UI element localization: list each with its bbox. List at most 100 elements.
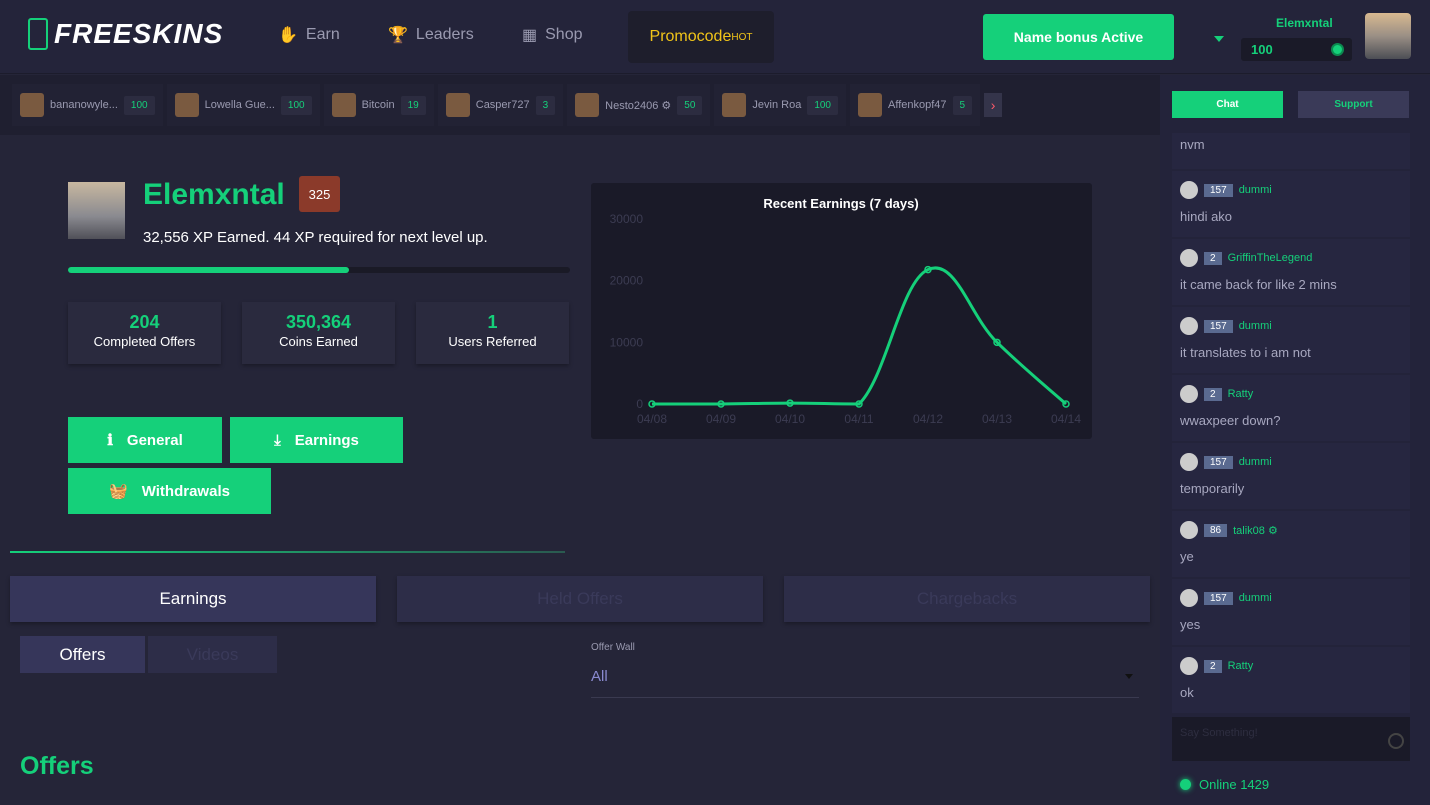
ticker-avatar (858, 93, 882, 117)
withdrawals-button[interactable]: 🧺 Withdrawals (68, 468, 271, 514)
x-tick-label: 04/12 (913, 412, 943, 426)
header-username: Elemxntal (1276, 16, 1333, 30)
ticker-avatar (575, 93, 600, 117)
ticker-avatar (445, 93, 470, 117)
general-button[interactable]: ℹ General (68, 417, 222, 463)
balance-display: 100 (1241, 38, 1352, 61)
chat-username[interactable]: Ratty (1228, 388, 1254, 400)
hand-coin-icon: ⤓ (274, 431, 281, 449)
offer-wall-select[interactable]: All (591, 662, 1139, 698)
chat-message: 86 talik08 ⚙ ye (1172, 511, 1410, 577)
chat-user-avatar[interactable] (1180, 317, 1198, 335)
store-icon: ▦ (522, 27, 538, 44)
info-icon: ℹ (107, 432, 113, 449)
chat-user-avatar[interactable] (1180, 249, 1198, 267)
series-line (652, 266, 1067, 406)
ticker-item[interactable]: Bitcoin 19 (323, 84, 434, 126)
ticker-avatar (20, 93, 44, 117)
ticker-next-icon[interactable]: › (984, 93, 1003, 117)
chat-user-avatar[interactable] (1180, 181, 1198, 199)
chat-username[interactable]: dummi (1239, 592, 1272, 604)
promocode-button[interactable]: Promocode HOT (628, 11, 774, 63)
chat-username[interactable]: dummi (1239, 184, 1272, 196)
chat-username[interactable]: talik08 ⚙ (1233, 524, 1278, 537)
stat-coins-earned: 350,364 Coins Earned (242, 302, 395, 364)
nav-shop[interactable]: ▦ Shop (522, 25, 583, 45)
ticker-avatar (174, 93, 199, 117)
x-tick-label: 04/11 (844, 412, 873, 426)
ticker-avatar (331, 93, 356, 117)
chat-username[interactable]: dummi (1239, 456, 1272, 468)
ticker-item[interactable]: Affenkopf47 5 (850, 84, 981, 126)
select-caret-icon (1125, 674, 1133, 679)
level-badge: 325 (299, 176, 340, 212)
xp-text: 32,556 XP Earned. 44 XP required for nex… (143, 229, 488, 246)
trophy-icon: 🏆 (388, 27, 408, 44)
user-level-badge: 157 (1204, 591, 1233, 605)
user-level-badge: 157 (1204, 319, 1233, 333)
y-tick-label: 10000 (610, 335, 644, 349)
x-tick-label: 04/14 (1051, 412, 1081, 426)
recent-earnings-chart: Recent Earnings (7 days) 0 10000 20000 3000… (591, 183, 1092, 439)
logo[interactable]: FREESKINS (28, 18, 223, 50)
chat-message: 157 dummi temporarily (1172, 443, 1410, 509)
chat-messages[interactable]: nvm 157 dummi hindi ako 2 GriffinTheLegend it… (1172, 133, 1410, 715)
dropdown-caret-icon[interactable] (1214, 36, 1224, 42)
xp-progress-fill (68, 267, 350, 273)
subtab-videos[interactable]: Videos (148, 636, 277, 673)
ticker-item[interactable]: Jevin Roa 100 (714, 84, 846, 126)
chat-username[interactable]: GriffinTheLegend (1228, 252, 1313, 264)
nav-leaders[interactable]: 🏆 Leaders (388, 25, 474, 45)
user-level-badge: 2 (1204, 251, 1222, 265)
recent-earnings-ticker: bananowyle... 100 Lowella Gue... 100 Bitcoin… (0, 75, 1160, 135)
chart-title: Recent Earnings (7 days) (763, 196, 918, 211)
chat-user-avatar[interactable] (1180, 385, 1198, 403)
subtab-offers[interactable]: Offers (20, 636, 145, 673)
x-tick-label: 04/08 (637, 412, 667, 426)
chat-sidebar: Chat Support nvm 157 dummi hindi ako 2 Griff… (1160, 75, 1430, 805)
earnings-button[interactable]: ⤓ Earnings (230, 417, 403, 463)
chat-user-avatar[interactable] (1180, 453, 1198, 471)
basket-icon: 🧺 (109, 483, 128, 500)
user-level-badge: 2 (1204, 659, 1222, 673)
y-tick-label: 0 (636, 397, 643, 411)
y-tick-label: 20000 (610, 274, 644, 288)
chat-username[interactable]: Ratty (1228, 660, 1254, 672)
chat-message: 157 dummi yes (1172, 579, 1410, 645)
profile-avatar (68, 182, 125, 239)
chat-username[interactable]: dummi (1239, 320, 1272, 332)
chat-input[interactable]: Say Something! (1172, 717, 1410, 761)
support-tab[interactable]: Support (1298, 91, 1409, 118)
phone-logo-icon (28, 18, 48, 50)
xp-progress-bar (68, 267, 570, 273)
chat-user-avatar[interactable] (1180, 589, 1198, 607)
stat-completed-offers: 204 Completed Offers (68, 302, 221, 364)
chat-user-avatar[interactable] (1180, 657, 1198, 675)
user-level-badge: 2 (1204, 387, 1222, 401)
x-tick-label: 04/10 (775, 412, 805, 426)
user-level-badge: 157 (1204, 455, 1233, 469)
chat-message: 2 Ratty wwaxpeer down? (1172, 375, 1410, 441)
chart-svg: Recent Earnings (7 days) 0 10000 20000 3000… (610, 196, 1082, 426)
nav-earn[interactable]: ✋ Earn (278, 25, 340, 45)
ticker-item[interactable]: Nesto2406 ⚙ 50 (567, 84, 711, 126)
online-dot-icon (1180, 779, 1191, 790)
chat-message: nvm (1172, 133, 1410, 169)
ticker-item[interactable]: bananowyle... 100 (12, 84, 163, 126)
user-avatar[interactable] (1365, 13, 1411, 59)
ticker-item[interactable]: Lowella Gue... 100 (166, 84, 320, 126)
chat-message: 2 Ratty ok (1172, 647, 1410, 713)
chat-user-avatar[interactable] (1180, 521, 1198, 539)
chat-tab[interactable]: Chat (1172, 91, 1283, 118)
tab-held-offers[interactable]: Held Offers (397, 576, 763, 622)
user-level-badge: 157 (1204, 183, 1233, 197)
x-tick-label: 04/09 (706, 412, 736, 426)
tab-earnings[interactable]: Earnings (10, 576, 376, 622)
name-bonus-button[interactable]: Name bonus Active (983, 14, 1174, 60)
ticker-item[interactable]: Casper727 3 (437, 84, 564, 126)
chat-message: 157 dummi it translates to i am not (1172, 307, 1410, 373)
emoji-icon[interactable] (1388, 733, 1404, 749)
tab-chargebacks[interactable]: Chargebacks (784, 576, 1150, 622)
user-level-badge: 86 (1204, 523, 1228, 537)
chat-message: 157 dummi hindi ako (1172, 171, 1410, 237)
